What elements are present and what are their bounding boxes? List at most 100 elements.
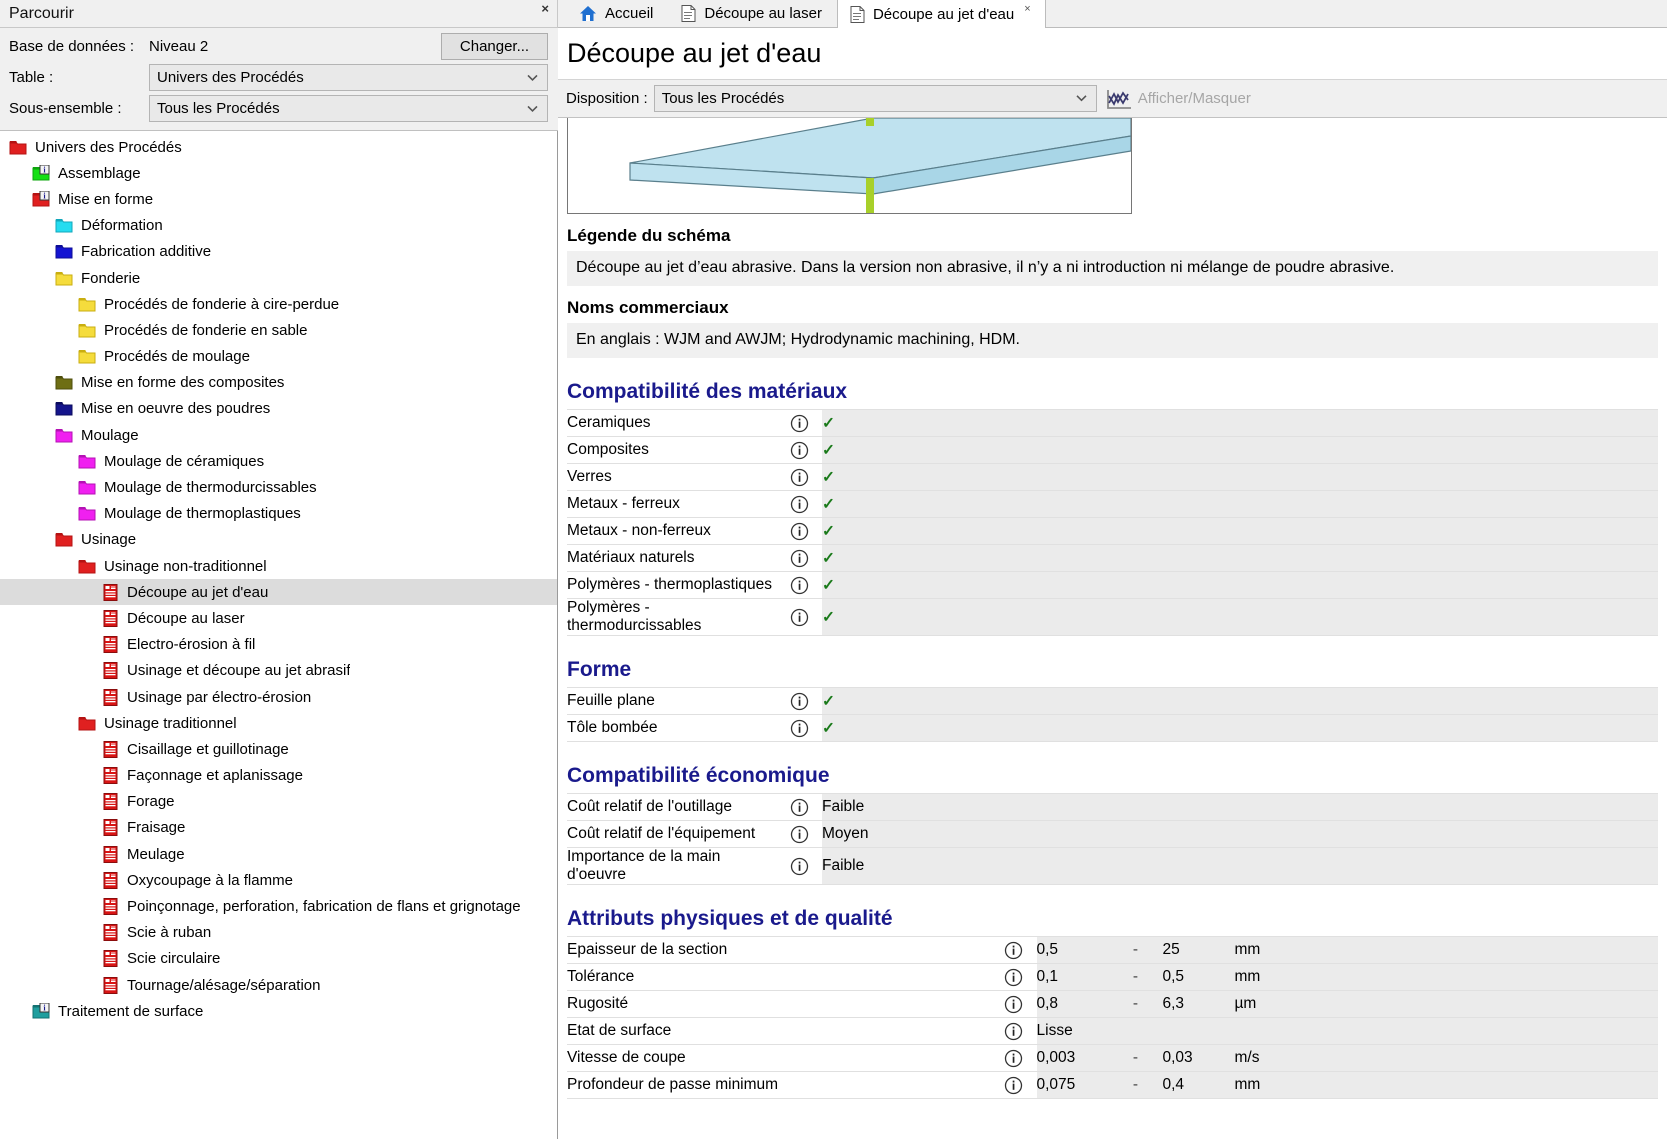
tree-item[interactable]: Moulage de céramiques	[0, 448, 557, 474]
info-icon[interactable]	[790, 576, 809, 595]
info-cell[interactable]	[776, 599, 822, 636]
tree-item[interactable]: Scie à ruban	[0, 920, 557, 946]
info-icon[interactable]	[1004, 941, 1023, 960]
tree-item[interactable]: Fabrication additive	[0, 239, 557, 265]
info-icon[interactable]	[790, 522, 809, 541]
disposition-bar: Disposition : Tous les Procédés Afficher…	[558, 80, 1667, 118]
tree-item[interactable]: Mise en oeuvre des poudres	[0, 396, 557, 422]
tree-item[interactable]: Déformation	[0, 213, 557, 239]
table-select-value: Univers des Procédés	[157, 69, 304, 86]
info-cell[interactable]	[991, 1045, 1037, 1072]
process-tree[interactable]: Univers des Procédés i Assemblage i Mise en …	[0, 131, 558, 1139]
info-cell[interactable]	[776, 464, 822, 491]
tree-item[interactable]: i Traitement de surface	[0, 998, 557, 1024]
info-cell[interactable]	[776, 821, 822, 848]
tree-item[interactable]: Univers des Procédés	[0, 134, 557, 160]
tree-item[interactable]: Mise en forme des composites	[0, 370, 557, 396]
info-cell[interactable]	[776, 437, 822, 464]
tab-d-coupe-au-laser[interactable]: Découpe au laser	[668, 0, 837, 27]
info-icon[interactable]	[790, 719, 809, 738]
subset-select[interactable]: Tous les Procédés	[149, 95, 548, 122]
info-icon[interactable]	[790, 692, 809, 711]
info-icon[interactable]	[790, 468, 809, 487]
info-icon[interactable]	[790, 441, 809, 460]
tab-d-coupe-au-jet-d-eau[interactable]: Découpe au jet d'eau ×	[836, 0, 1046, 28]
attribute-unit: µm	[1234, 990, 1658, 1018]
tree-item[interactable]: Fonderie	[0, 265, 557, 291]
show-hide-button[interactable]: Afficher/Masquer	[1106, 88, 1251, 110]
tree-item[interactable]: Tournage/alésage/séparation	[0, 972, 557, 998]
info-icon[interactable]	[1004, 968, 1023, 987]
tree-item[interactable]: Découpe au laser	[0, 605, 557, 631]
tree-item[interactable]: Procédés de fonderie à cire-perdue	[0, 291, 557, 317]
info-cell[interactable]	[991, 937, 1037, 964]
tree-item[interactable]: Meulage	[0, 841, 557, 867]
attribute-max: 6,3	[1162, 990, 1235, 1018]
change-database-button[interactable]: Changer...	[441, 33, 548, 60]
range-dash: -	[1108, 990, 1163, 1018]
info-cell[interactable]	[991, 991, 1037, 1018]
disposition-select[interactable]: Tous les Procédés	[653, 85, 1097, 112]
info-cell[interactable]	[991, 964, 1037, 991]
info-cell[interactable]	[776, 545, 822, 572]
chevron-down-icon	[527, 74, 538, 81]
tree-item[interactable]: Façonnage et aplanissage	[0, 763, 557, 789]
info-icon[interactable]	[1004, 1022, 1023, 1041]
info-icon[interactable]	[790, 825, 809, 844]
tree-item[interactable]: Forage	[0, 789, 557, 815]
info-cell[interactable]	[776, 410, 822, 437]
table-row: Importance de la main d'oeuvre Faible	[567, 847, 1658, 885]
tree-item[interactable]: Cisaillage et guillotinage	[0, 736, 557, 762]
info-cell[interactable]	[776, 715, 822, 742]
folder-yellow-icon	[78, 348, 97, 365]
tree-item[interactable]: i Assemblage	[0, 160, 557, 186]
attribute-check: ✓	[822, 687, 1658, 715]
tree-item[interactable]: Poinçonnage, perforation, fabrication de…	[0, 893, 557, 919]
tree-item-label: Tournage/alésage/séparation	[127, 976, 321, 994]
tree-item[interactable]: Usinage par électro-érosion	[0, 684, 557, 710]
tree-item[interactable]: Moulage	[0, 422, 557, 448]
info-cell[interactable]	[776, 491, 822, 518]
tree-item[interactable]: Usinage traditionnel	[0, 710, 557, 736]
tree-item[interactable]: Moulage de thermoplastiques	[0, 501, 557, 527]
record-red-icon	[101, 609, 120, 627]
info-cell[interactable]	[776, 794, 822, 821]
info-cell[interactable]	[776, 572, 822, 599]
tree-item[interactable]: i Mise en forme	[0, 186, 557, 212]
info-icon[interactable]	[1004, 1076, 1023, 1095]
info-cell[interactable]	[776, 848, 822, 885]
table-select[interactable]: Univers des Procédés	[149, 64, 548, 91]
document-icon	[681, 5, 696, 22]
table-row: Ceramiques ✓	[567, 409, 1658, 437]
tree-item[interactable]: Electro-érosion à fil	[0, 632, 557, 658]
info-icon[interactable]	[790, 495, 809, 514]
attribute-check: ✓	[822, 436, 1658, 464]
info-icon[interactable]	[790, 798, 809, 817]
tree-item-label: Electro-érosion à fil	[127, 636, 256, 654]
info-cell[interactable]	[991, 1018, 1037, 1045]
info-icon[interactable]	[790, 857, 809, 876]
attribute-name: Metaux - non-ferreux	[567, 522, 711, 539]
tree-item[interactable]: Découpe au jet d'eau	[0, 579, 557, 606]
tab-close-icon[interactable]: ×	[1024, 3, 1030, 15]
tree-item[interactable]: Moulage de thermodurcissables	[0, 474, 557, 500]
tree-item[interactable]: Oxycoupage à la flamme	[0, 867, 557, 893]
info-icon[interactable]	[1004, 1049, 1023, 1068]
tree-item[interactable]: Procédés de fonderie en sable	[0, 317, 557, 343]
info-icon[interactable]	[1004, 995, 1023, 1014]
tree-item[interactable]: Usinage	[0, 527, 557, 553]
tree-item[interactable]: Scie circulaire	[0, 946, 557, 972]
record-red-icon	[101, 662, 120, 680]
info-icon[interactable]	[790, 549, 809, 568]
tree-item[interactable]: Usinage et découpe au jet abrasif	[0, 658, 557, 684]
info-icon[interactable]	[790, 414, 809, 433]
tree-item[interactable]: Fraisage	[0, 815, 557, 841]
info-cell[interactable]	[776, 518, 822, 545]
tree-item[interactable]: Procédés de moulage	[0, 344, 557, 370]
tab-accueil[interactable]: Accueil	[566, 0, 668, 27]
info-cell[interactable]	[776, 688, 822, 715]
tree-item[interactable]: Usinage non-traditionnel	[0, 553, 557, 579]
info-cell[interactable]	[991, 1072, 1037, 1099]
info-icon[interactable]	[790, 608, 809, 627]
close-icon[interactable]: ×	[541, 2, 549, 16]
